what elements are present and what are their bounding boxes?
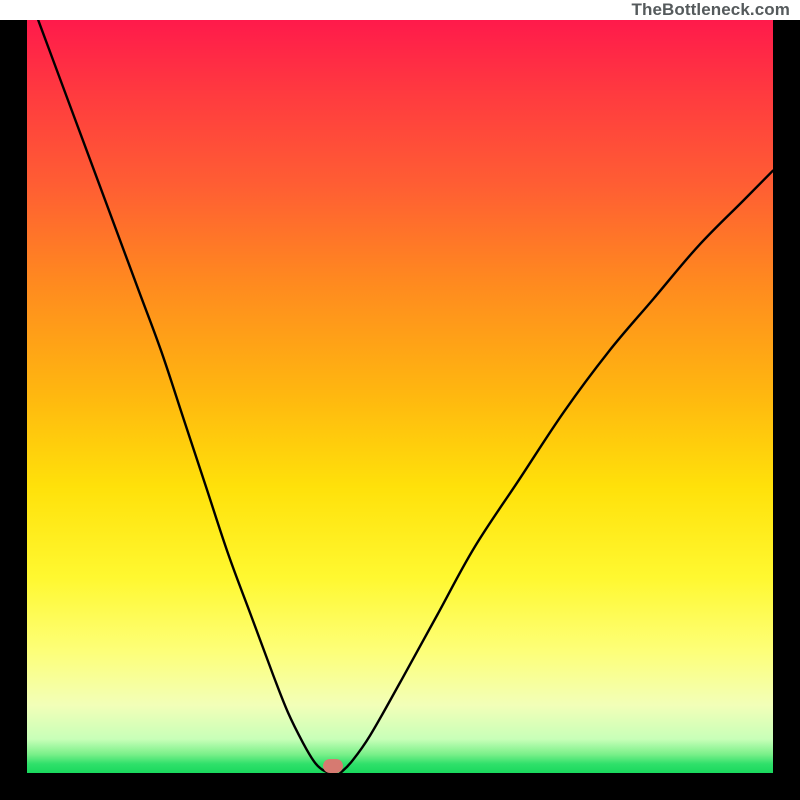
watermark-text: TheBottleneck.com	[631, 0, 790, 20]
optimal-point-marker	[323, 759, 343, 773]
plot-border	[0, 20, 800, 800]
plot-area	[27, 20, 773, 773]
chart-frame: TheBottleneck.com	[0, 0, 800, 800]
bottleneck-curve	[27, 20, 773, 773]
